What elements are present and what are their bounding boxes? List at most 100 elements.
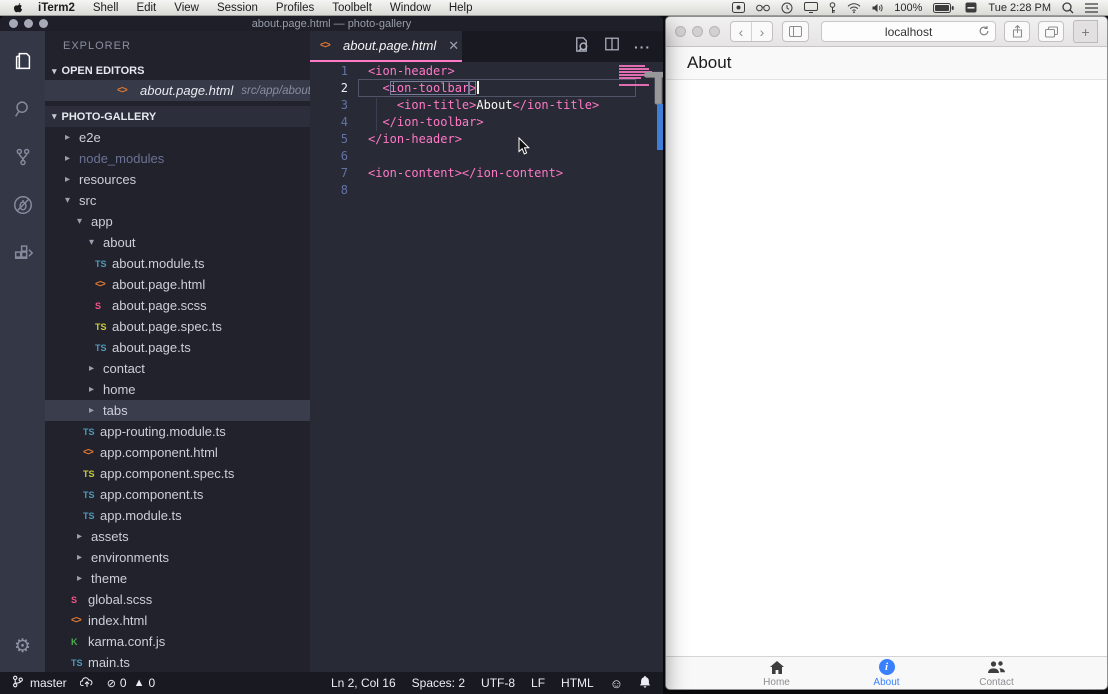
feedback-smiley-icon[interactable]: ☺ — [610, 676, 623, 691]
menu-iterm2[interactable]: iTerm2 — [29, 2, 84, 14]
menu-session[interactable]: Session — [208, 2, 267, 14]
branch-name[interactable]: master — [30, 676, 67, 690]
warnings-count[interactable]: 0 — [148, 676, 155, 690]
source-control-icon[interactable] — [0, 133, 45, 181]
explorer-heading: EXPLORER — [45, 31, 310, 62]
project-section-header[interactable]: ▾ PHOTO-GALLERY — [45, 106, 310, 127]
tree-item-theme[interactable]: ▸theme — [45, 568, 310, 589]
ts-file-icon: TS — [83, 427, 100, 437]
debug-disabled-icon[interactable] — [0, 181, 45, 229]
tree-item-environments[interactable]: ▸environments — [45, 547, 310, 568]
close-button[interactable] — [9, 19, 18, 28]
tree-item-app[interactable]: ▾app — [45, 211, 310, 232]
tree-item-tabs[interactable]: ▸tabs — [45, 400, 310, 421]
apple-menu-icon[interactable] — [10, 2, 29, 14]
address-bar[interactable]: localhost — [821, 21, 997, 42]
tree-item-about.module.ts[interactable]: TSabout.module.ts — [45, 253, 310, 274]
tree-item-about.page.html[interactable]: <>about.page.html — [45, 274, 310, 295]
vscode-titlebar[interactable]: about.page.html — photo-gallery — [0, 16, 663, 31]
tree-item-assets[interactable]: ▸assets — [45, 526, 310, 547]
menu-toolbelt[interactable]: Toolbelt — [323, 2, 381, 14]
menu-edit[interactable]: Edit — [127, 2, 165, 14]
menu-shell[interactable]: Shell — [84, 2, 128, 14]
menu-view[interactable]: View — [165, 2, 208, 14]
tree-item-app.component.html[interactable]: <>app.component.html — [45, 442, 310, 463]
tree-item-node_modules[interactable]: ▸node_modules — [45, 148, 310, 169]
tree-item-app.component.ts[interactable]: TSapp.component.ts — [45, 484, 310, 505]
code-editor[interactable]: 12345678 <ion-header> <ion-toolbar> <ion… — [310, 62, 663, 672]
extensions-icon[interactable] — [0, 229, 45, 277]
tab-overview-icon[interactable] — [1038, 21, 1064, 42]
tree-item-app.module.ts[interactable]: TSapp.module.ts — [45, 505, 310, 526]
notification-center-icon[interactable] — [1085, 3, 1098, 13]
refresh-icon[interactable] — [978, 25, 990, 37]
back-button[interactable]: ‹ — [731, 22, 751, 41]
errors-count[interactable]: 0 — [120, 676, 127, 690]
volume-icon[interactable] — [872, 3, 883, 13]
html-file-icon: <> — [95, 279, 112, 290]
tab-home[interactable]: Home — [722, 657, 832, 689]
status-item[interactable]: Ln 2, Col 16 — [331, 676, 396, 690]
input-source-icon[interactable] — [965, 2, 977, 13]
tree-item-e2e[interactable]: ▸e2e — [45, 127, 310, 148]
new-tab-button[interactable]: + — [1073, 20, 1098, 43]
notifications-bell-icon[interactable] — [639, 675, 651, 691]
warnings-icon[interactable]: ▲ — [134, 677, 145, 689]
tab-contact[interactable]: Contact — [942, 657, 1052, 689]
tree-item-home[interactable]: ▸home — [45, 379, 310, 400]
close-button[interactable] — [675, 26, 686, 37]
key-icon[interactable] — [829, 2, 836, 14]
open-preview-icon[interactable] — [573, 36, 590, 58]
contacts-icon — [987, 659, 1006, 676]
minimize-button[interactable] — [24, 19, 33, 28]
tree-item-src[interactable]: ▾src — [45, 190, 310, 211]
tree-item-karma.conf.js[interactable]: Kkarma.conf.js — [45, 631, 310, 652]
status-item[interactable]: UTF-8 — [481, 676, 515, 690]
search-icon[interactable] — [0, 85, 45, 133]
share-icon[interactable] — [1004, 21, 1030, 42]
clock-icon[interactable] — [781, 2, 793, 14]
zoom-button[interactable] — [709, 26, 720, 37]
sidebar-toggle-button[interactable] — [782, 21, 809, 42]
display-icon[interactable] — [804, 2, 818, 13]
publish-changes-icon[interactable] — [80, 676, 94, 691]
tree-item-global.scss[interactable]: Sglobal.scss — [45, 589, 310, 610]
open-editor-item[interactable]: <> about.page.html src/app/about — [45, 80, 310, 101]
zoom-button[interactable] — [39, 19, 48, 28]
tree-item-main.ts[interactable]: TSmain.ts — [45, 652, 310, 672]
minimize-button[interactable] — [692, 26, 703, 37]
editor-tab-about-page-html[interactable]: <> about.page.html ✕ — [310, 31, 462, 62]
split-editor-icon[interactable] — [604, 36, 620, 57]
tab-about[interactable]: iAbout — [832, 657, 942, 689]
tree-item-resources[interactable]: ▸resources — [45, 169, 310, 190]
scss-file-icon: S — [71, 595, 88, 605]
gear-icon[interactable]: ⚙ — [14, 635, 31, 658]
tree-item-about.page.spec.ts[interactable]: TSabout.page.spec.ts — [45, 316, 310, 337]
tree-item-app-routing.module.ts[interactable]: TSapp-routing.module.ts — [45, 421, 310, 442]
tree-item-about.page.ts[interactable]: TSabout.page.ts — [45, 337, 310, 358]
explorer-activity-icon[interactable] — [0, 37, 45, 85]
forward-button[interactable]: › — [751, 22, 772, 41]
battery-icon[interactable] — [933, 3, 954, 13]
errors-icon[interactable]: ⊘ — [107, 677, 116, 690]
menu-window[interactable]: Window — [381, 2, 440, 14]
status-item[interactable]: Spaces: 2 — [412, 676, 465, 690]
wifi-icon[interactable] — [847, 3, 861, 13]
menu-help[interactable]: Help — [440, 2, 482, 14]
spotlight-icon[interactable] — [1062, 2, 1074, 14]
close-icon[interactable]: ✕ — [448, 38, 459, 54]
menubar-clock[interactable]: Tue 2:28 PM — [988, 2, 1051, 14]
tree-item-app.component.spec.ts[interactable]: TSapp.component.spec.ts — [45, 463, 310, 484]
tree-item-contact[interactable]: ▸contact — [45, 358, 310, 379]
status-item[interactable]: HTML — [561, 676, 594, 690]
more-actions-icon[interactable]: ··· — [634, 39, 651, 55]
screen-recording-icon[interactable] — [732, 2, 745, 13]
tree-item-about.page.scss[interactable]: Sabout.page.scss — [45, 295, 310, 316]
git-branch-icon[interactable] — [12, 675, 23, 691]
menu-profiles[interactable]: Profiles — [267, 2, 323, 14]
tree-item-about[interactable]: ▾about — [45, 232, 310, 253]
open-editors-header[interactable]: ▾ OPEN EDITORS — [45, 62, 310, 80]
status-item[interactable]: LF — [531, 676, 545, 690]
tree-item-index.html[interactable]: <>index.html — [45, 610, 310, 631]
glasses-icon[interactable] — [756, 3, 770, 12]
